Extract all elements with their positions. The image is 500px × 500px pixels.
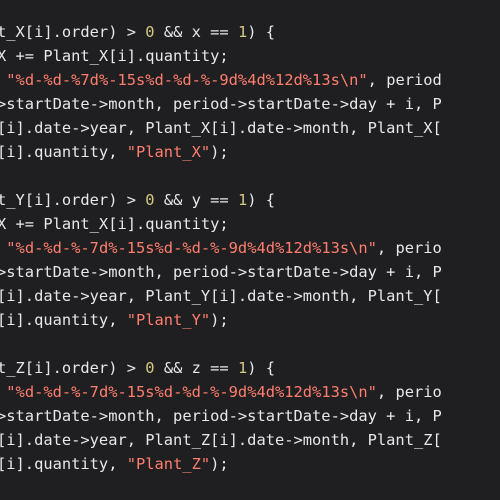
code-token: t_X[i].order) > — [0, 23, 146, 41]
code-line[interactable]: >startDate->month, period->startDate->da… — [0, 404, 442, 428]
code-line[interactable]: [i].date->year, Plant_Z[i].date->month, … — [0, 428, 442, 452]
code-token: && y == — [154, 191, 238, 209]
code-token: ) { — [247, 359, 276, 377]
string-literal: "%d-%d-%-7d%-15s%d-%d-%-9d%4d%12d%13s\n" — [6, 239, 377, 257]
code-line[interactable]: [i].quantity, "Plant_Z"); — [0, 452, 442, 476]
code-token: t_Z[i].order) > — [0, 359, 146, 377]
code-token: , period — [367, 71, 442, 89]
code-token: ); — [210, 311, 229, 329]
code-blank-line[interactable] — [0, 332, 442, 356]
code-token: >startDate->month, period->startDate->da… — [0, 407, 442, 425]
code-token: [i].date->year, Plant_Z[i].date->month, … — [0, 431, 442, 449]
code-line[interactable]: "%d-%d-%7d%-15s%d-%d-%-9d%4d%12d%13s\n",… — [0, 68, 442, 92]
code-token: >startDate->month, period->startDate->da… — [0, 95, 442, 113]
number-literal: 1 — [237, 359, 248, 377]
code-line[interactable]: >startDate->month, period->startDate->da… — [0, 260, 442, 284]
code-token: X += Plant_X[i].quantity; — [0, 215, 229, 233]
code-line[interactable]: [i].quantity, "Plant_X"); — [0, 140, 442, 164]
code-token: , perio — [376, 383, 442, 401]
code-line[interactable]: >startDate->month, period->startDate->da… — [0, 92, 442, 116]
code-token: X += Plant_X[i].quantity; — [0, 47, 229, 65]
string-literal: "Plant_Z" — [126, 455, 211, 473]
code-token: ); — [210, 143, 229, 161]
code-token: [i].date->year, Plant_Y[i].date->month, … — [0, 287, 442, 305]
number-literal: 0 — [145, 191, 155, 209]
code-token: [i].quantity, — [0, 143, 127, 161]
code-line[interactable]: X += Plant_X[i].quantity; — [0, 44, 442, 68]
code-token: ) { — [247, 191, 276, 209]
number-literal: 1 — [237, 191, 248, 209]
code-line[interactable]: "%d-%d-%-7d%-15s%d-%d-%-9d%4d%12d%13s\n"… — [0, 380, 442, 404]
code-token: [i].date->year, Plant_X[i].date->month, … — [0, 119, 442, 137]
code-token: && z == — [154, 359, 238, 377]
number-literal: 0 — [145, 23, 155, 41]
number-literal: 0 — [145, 359, 155, 377]
code-editor[interactable]: t_X[i].order) > 0 && x == 1) {X += Plant… — [0, 0, 500, 500]
code-line[interactable]: X += Plant_X[i].quantity; — [0, 212, 442, 236]
code-token: ) { — [247, 23, 276, 41]
code-token: t_Y[i].order) > — [0, 191, 146, 209]
code-line[interactable]: t_X[i].order) > 0 && x == 1) { — [0, 20, 442, 44]
code-line[interactable]: t_Y[i].order) > 0 && y == 1) { — [0, 188, 442, 212]
code-line[interactable]: [i].date->year, Plant_Y[i].date->month, … — [0, 284, 442, 308]
code-line[interactable]: [i].date->year, Plant_X[i].date->month, … — [0, 116, 442, 140]
code-token: ); — [210, 455, 229, 473]
string-literal: "Plant_X" — [126, 143, 211, 161]
code-token: >startDate->month, period->startDate->da… — [0, 263, 442, 281]
code-blank-line[interactable] — [0, 164, 442, 188]
code-token: [i].quantity, — [0, 311, 127, 329]
string-literal: "Plant_Y" — [126, 311, 211, 329]
code-token: [i].quantity, — [0, 455, 127, 473]
code-token: && x == — [154, 23, 238, 41]
code-line[interactable]: [i].quantity, "Plant_Y"); — [0, 308, 442, 332]
string-literal: "%d-%d-%-7d%-15s%d-%d-%-9d%4d%12d%13s\n" — [6, 383, 377, 401]
code-line[interactable]: "%d-%d-%-7d%-15s%d-%d-%-9d%4d%12d%13s\n"… — [0, 236, 442, 260]
string-literal: "%d-%d-%7d%-15s%d-%d-%-9d%4d%12d%13s\n" — [6, 71, 368, 89]
code-line[interactable]: t_Z[i].order) > 0 && z == 1) { — [0, 356, 442, 380]
number-literal: 1 — [237, 23, 248, 41]
code-view[interactable]: t_X[i].order) > 0 && x == 1) {X += Plant… — [0, 20, 442, 476]
code-token: , perio — [376, 239, 442, 257]
